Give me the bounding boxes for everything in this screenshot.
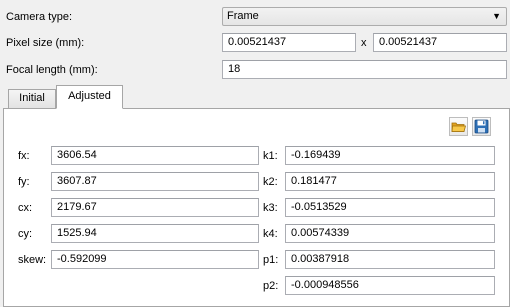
p1-input[interactable]: 0.00387918 — [285, 250, 495, 269]
cy-input[interactable]: 1525.94 — [51, 224, 259, 243]
p1-label: p1: — [263, 254, 279, 266]
k3-label: k3: — [263, 202, 278, 214]
fy-input[interactable]: 3607.87 — [51, 172, 259, 191]
save-button[interactable] — [472, 117, 491, 136]
skew-label: skew: — [18, 254, 47, 266]
open-folder-icon — [451, 122, 467, 132]
camera-type-value: Frame — [227, 10, 259, 22]
k4-label: k4: — [263, 228, 278, 240]
chevron-down-icon: ▼ — [492, 11, 501, 21]
camera-type-select[interactable]: Frame ▼ — [222, 7, 507, 26]
fx-input[interactable]: 3606.54 — [51, 146, 259, 165]
pixel-size-x-input[interactable]: 0.00521437 — [222, 33, 356, 52]
p2-input[interactable]: -0.000948556 — [285, 276, 495, 295]
p2-label: p2: — [263, 280, 279, 292]
k2-label: k2: — [263, 176, 278, 188]
k2-input[interactable]: 0.181477 — [285, 172, 495, 191]
focal-length-input[interactable]: 18 — [222, 60, 507, 79]
fy-label: fy: — [18, 176, 30, 188]
k4-input[interactable]: 0.00574339 — [285, 224, 495, 243]
skew-input[interactable]: -0.592099 — [51, 250, 259, 269]
pixel-size-y-input[interactable]: 0.00521437 — [373, 33, 507, 52]
pixel-size-separator: x — [361, 37, 367, 49]
camera-type-label: Camera type: — [6, 11, 73, 23]
fx-label: fx: — [18, 150, 30, 162]
cy-label: cy: — [18, 228, 33, 240]
tab-initial[interactable]: Initial — [8, 89, 56, 108]
focal-length-label: Focal length (mm): — [6, 64, 98, 76]
k1-label: k1: — [263, 150, 278, 162]
save-disk-icon — [474, 119, 489, 134]
k3-input[interactable]: -0.0513529 — [285, 198, 495, 217]
tab-adjusted[interactable]: Adjusted — [56, 85, 123, 109]
cx-label: cx: — [18, 202, 33, 214]
k1-input[interactable]: -0.169439 — [285, 146, 495, 165]
cx-input[interactable]: 2179.67 — [51, 198, 259, 217]
adjusted-panel: fx: 3606.54 fy: 3607.87 cx: 2179.67 cy: … — [3, 108, 510, 307]
open-button[interactable] — [449, 117, 468, 136]
pixel-size-label: Pixel size (mm): — [6, 37, 85, 49]
